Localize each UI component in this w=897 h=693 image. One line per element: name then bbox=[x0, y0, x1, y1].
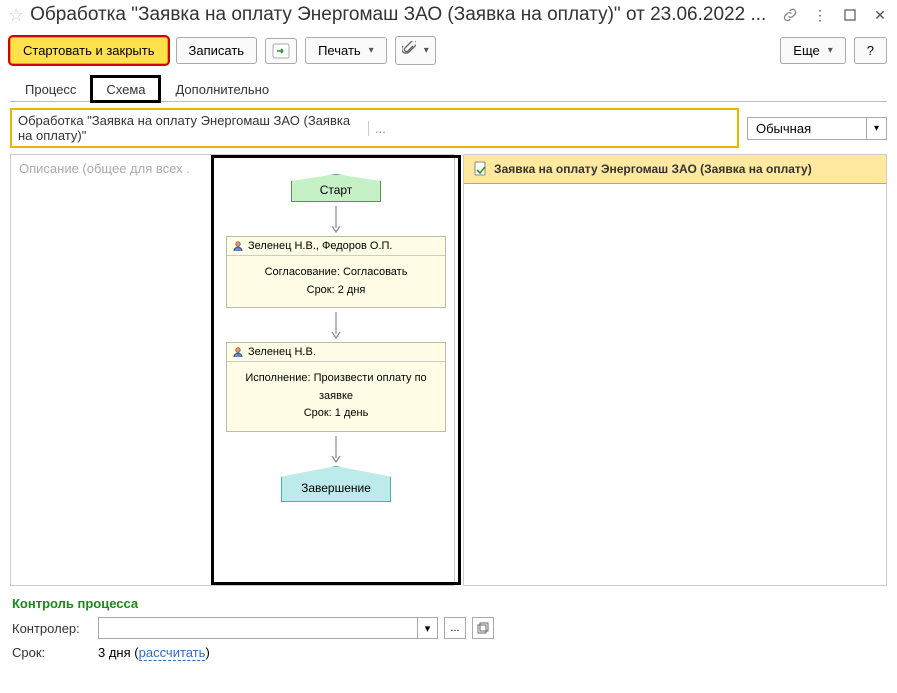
controller-choose-button[interactable]: ... bbox=[444, 617, 466, 639]
tab-bar: Процесс Схема Дополнительно bbox=[10, 75, 887, 102]
close-icon[interactable]: ✕ bbox=[871, 6, 889, 24]
tab-scheme[interactable]: Схема bbox=[91, 76, 160, 102]
write-button[interactable]: Записать bbox=[176, 37, 258, 64]
person-icon bbox=[232, 240, 244, 252]
send-button[interactable] bbox=[265, 38, 297, 64]
chevron-down-icon: ▾ bbox=[424, 45, 429, 56]
task2-assignees: Зеленец Н.В. bbox=[248, 346, 316, 358]
print-button[interactable]: Печать▾ bbox=[305, 37, 387, 64]
arrow-down-icon bbox=[330, 308, 342, 342]
subject-input[interactable]: Обработка "Заявка на оплату Энергомаш ЗА… bbox=[10, 108, 739, 148]
task2-line2: Срок: 1 день bbox=[231, 405, 441, 423]
task1-line1: Согласование: Согласовать bbox=[231, 264, 441, 282]
control-section-title: Контроль процесса bbox=[12, 596, 885, 611]
controller-input[interactable]: ▾ bbox=[98, 617, 438, 639]
workflow-task-node-1[interactable]: Зеленец Н.В., Федоров О.П. Согласование:… bbox=[226, 236, 446, 308]
priority-dropdown-button[interactable]: ▾ bbox=[867, 117, 887, 140]
document-arrow-icon bbox=[472, 161, 488, 177]
deadline-value: 3 дня bbox=[98, 645, 131, 660]
tab-process[interactable]: Процесс bbox=[10, 76, 91, 102]
page-title: Обработка "Заявка на оплату Энергомаш ЗА… bbox=[30, 4, 775, 26]
workflow-task-node-2[interactable]: Зеленец Н.В. Исполнение: Произвести опла… bbox=[226, 342, 446, 432]
workflow-end-node[interactable]: Завершение bbox=[281, 466, 391, 502]
controller-dropdown-button[interactable]: ▾ bbox=[417, 618, 437, 638]
priority-value[interactable]: Обычная bbox=[747, 117, 867, 140]
left-panel: Описание (общее для всех . Старт Зеленец… bbox=[10, 154, 455, 586]
chevron-down-icon: ▾ bbox=[369, 45, 374, 56]
paperclip-icon bbox=[402, 41, 416, 60]
kebab-menu-icon[interactable]: ⋮ bbox=[811, 6, 829, 24]
tab-additional[interactable]: Дополнительно bbox=[160, 76, 284, 102]
chevron-down-icon: ▾ bbox=[828, 45, 833, 56]
person-icon bbox=[232, 346, 244, 358]
right-panel: Заявка на оплату Энергомаш ЗАО (Заявка н… bbox=[463, 154, 887, 586]
calculate-link[interactable]: рассчитать bbox=[139, 645, 206, 661]
subject-more-button[interactable]: ... bbox=[368, 121, 731, 136]
start-and-close-button[interactable]: Стартовать и закрыть bbox=[10, 37, 168, 64]
workflow-start-node[interactable]: Старт bbox=[291, 174, 381, 202]
controller-label: Контролер: bbox=[12, 621, 92, 636]
more-button[interactable]: Еще▾ bbox=[780, 37, 845, 64]
arrow-right-green-icon bbox=[272, 43, 290, 59]
favorite-star-icon[interactable]: ☆ bbox=[8, 5, 24, 26]
arrow-down-icon bbox=[330, 202, 342, 236]
description-placeholder[interactable]: Описание (общее для всех . bbox=[13, 157, 196, 180]
task1-line2: Срок: 2 дня bbox=[231, 282, 441, 300]
controller-open-button[interactable] bbox=[472, 617, 494, 639]
deadline-label: Срок: bbox=[12, 645, 92, 660]
subject-value: Обработка "Заявка на оплату Энергомаш ЗА… bbox=[18, 113, 368, 143]
task2-line1: Исполнение: Произвести оплату по заявке bbox=[231, 370, 441, 405]
maximize-icon[interactable] bbox=[841, 6, 859, 24]
arrow-down-icon bbox=[330, 432, 342, 466]
task1-assignees: Зеленец Н.В., Федоров О.П. bbox=[248, 240, 392, 252]
workflow-diagram: Старт Зеленец Н.В., Федоров О.П. Согласо… bbox=[211, 155, 461, 585]
help-button[interactable]: ? bbox=[854, 37, 887, 64]
document-title: Заявка на оплату Энергомаш ЗАО (Заявка н… bbox=[494, 162, 812, 176]
attach-button[interactable]: ▾ bbox=[395, 36, 436, 65]
link-icon[interactable] bbox=[781, 6, 799, 24]
